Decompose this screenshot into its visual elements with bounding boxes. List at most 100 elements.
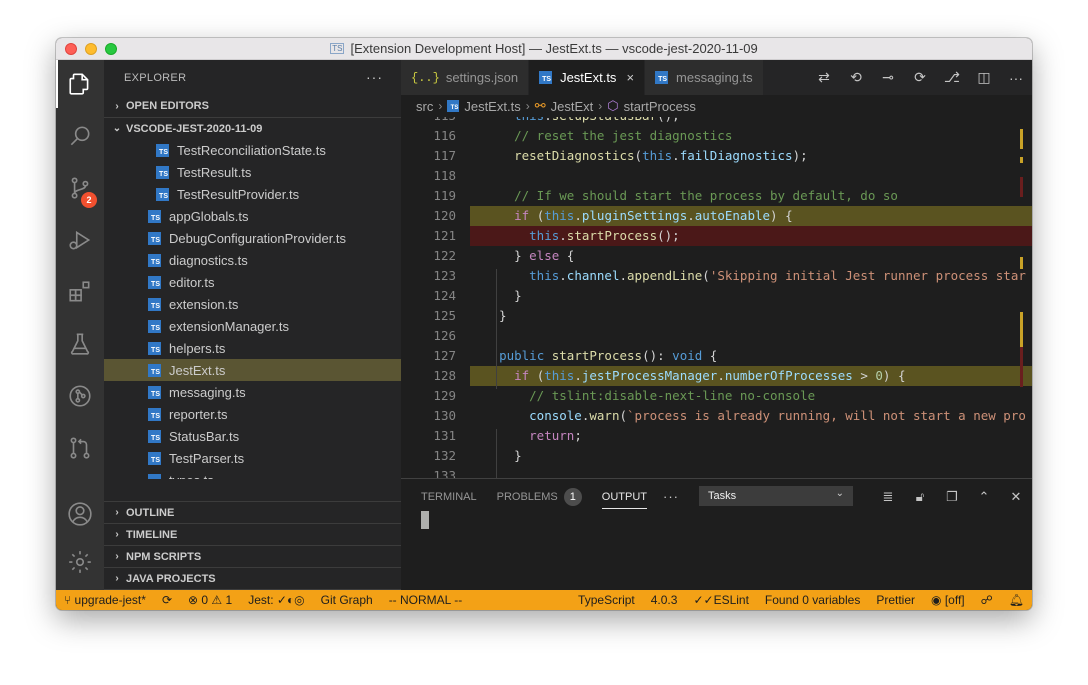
clear-output-icon[interactable]: ≣ <box>872 489 904 505</box>
file-tree-item[interactable]: TS appGlobals.ts <box>104 205 401 227</box>
lock-scroll-icon[interactable]: 🔓︎ <box>904 489 936 505</box>
run-debug-icon[interactable] <box>56 216 104 264</box>
code-line[interactable]: 115 this.setupStatusBar(); <box>401 117 1032 126</box>
line-number: 131 <box>433 428 456 443</box>
workspace-folder-section[interactable]: ⌄ VSCODE-JEST-2020-11-09 <box>104 117 401 139</box>
live-share-status[interactable]: ◉ [off] <box>923 590 973 610</box>
sidebar-section-java-projects[interactable]: › JAVA PROJECTS <box>104 567 401 589</box>
explorer-sidebar: EXPLORER ··· › OPEN EDITORS ⌄ VSCODE-JES… <box>104 60 401 607</box>
file-tree-item[interactable]: TS editor.ts <box>104 271 401 293</box>
code-line[interactable]: 129 // tslint:disable-next-line no-conso… <box>401 386 1032 406</box>
tab-terminal[interactable]: TERMINAL <box>421 479 477 514</box>
file-tree-item[interactable]: TS extensionManager.ts <box>104 315 401 337</box>
jest-coverage-icon: ◐◎ <box>286 593 305 607</box>
line-text: resetDiagnostics(this.failDiagnostics); <box>514 148 808 163</box>
file-tree-item[interactable]: TS TestParser.ts <box>104 447 401 469</box>
file-tree-item[interactable]: TS reporter.ts <box>104 403 401 425</box>
open-editors-section[interactable]: › OPEN EDITORS <box>104 95 401 117</box>
code-line[interactable]: 119 // If we should start the process by… <box>401 186 1032 206</box>
sync-icon[interactable]: ⟳ <box>154 590 180 610</box>
git-graph-status[interactable]: Git Graph <box>313 590 381 610</box>
maximize-window-button[interactable] <box>105 43 117 55</box>
explorer-icon[interactable] <box>56 60 104 108</box>
file-tree-item[interactable]: TS StatusBar.ts <box>104 425 401 447</box>
tab-output[interactable]: OUTPUT <box>601 479 648 514</box>
file-tree-item[interactable]: TS JestExt.ts <box>104 359 401 381</box>
output-channel-select[interactable]: Tasks ⌄ <box>699 486 853 506</box>
close-tab-icon[interactable]: × <box>626 70 634 85</box>
code-line[interactable]: 116 // reset the jest diagnostics <box>401 126 1032 146</box>
breadcrumb-folder[interactable]: src <box>416 99 433 114</box>
code-line[interactable]: 117 resetDiagnostics(this.failDiagnostic… <box>401 146 1032 166</box>
split-editor-icon[interactable]: ◫ <box>968 69 1000 86</box>
next-change-icon[interactable]: ⟳ <box>904 69 936 86</box>
vim-mode-status: -- NORMAL -- <box>388 593 463 607</box>
feedback-icon[interactable]: ☍ <box>973 590 1001 610</box>
file-tree-item[interactable]: TS TestReconciliationState.ts <box>104 139 401 161</box>
tab-problems[interactable]: PROBLEMS 1 <box>497 479 582 514</box>
code-line[interactable]: 122 } else { <box>401 246 1032 266</box>
error-icon: ⊗ <box>188 593 202 607</box>
git-graph-icon[interactable] <box>56 372 104 420</box>
branch-status[interactable]: ⑂ upgrade-jest* <box>56 590 154 610</box>
eslint-status[interactable]: ✓✓ ESLint <box>685 590 756 610</box>
maximize-panel-icon[interactable]: ⌃ <box>968 489 1000 505</box>
tab-messaging-ts[interactable]: TS messaging.ts <box>645 60 764 95</box>
breadcrumb-file[interactable]: JestExt.ts <box>464 99 520 114</box>
code-line[interactable]: 130 console.warn(`process is already run… <box>401 406 1032 426</box>
status-bar-right: TypeScript 4.0.3 ✓✓ ESLint Found 0 variab… <box>570 590 1032 610</box>
jest-status[interactable]: Jest: ✓ ◐◎ <box>240 590 312 610</box>
typescript-file-icon: TS <box>148 385 161 399</box>
language-mode-status[interactable]: TypeScript <box>570 590 643 610</box>
problems-status[interactable]: ⊗ 0 ⚠ 1 <box>180 590 240 610</box>
code-editor[interactable]: 115 this.setupStatusBar();116 // reset t… <box>401 117 1032 478</box>
git-graph-view-icon[interactable]: ⎇ <box>936 69 968 86</box>
testing-flask-icon[interactable] <box>56 320 104 368</box>
explorer-more-actions-button[interactable]: ··· <box>366 69 383 85</box>
file-tree-item[interactable]: TS helpers.ts <box>104 337 401 359</box>
sidebar-section-timeline[interactable]: › TIMELINE <box>104 523 401 545</box>
prettier-status[interactable]: Prettier <box>868 590 923 610</box>
tab-jestext-ts[interactable]: TS JestExt.ts × <box>529 60 646 95</box>
file-tree-item[interactable]: TS types.ts <box>104 469 401 479</box>
file-tree-item[interactable]: TS TestResult.ts <box>104 161 401 183</box>
editor-actions: ⇄ ⟲ ⊸ ⟳ ⎇ ◫ ··· <box>808 60 1032 95</box>
line-number: 117 <box>433 148 456 163</box>
git-commit-icon[interactable]: ⊸ <box>872 69 904 86</box>
breadcrumb-class[interactable]: JestExt <box>551 99 594 114</box>
tab-label: PROBLEMS <box>496 490 558 503</box>
file-tree-item[interactable]: TS messaging.ts <box>104 381 401 403</box>
more-actions-icon[interactable]: ··· <box>1000 70 1032 86</box>
previous-change-icon[interactable]: ⟲ <box>840 69 872 86</box>
line-text: // If we should start the process by def… <box>514 188 898 203</box>
search-icon[interactable] <box>56 112 104 160</box>
source-control-icon[interactable]: 2 <box>56 164 104 212</box>
notifications-bell-icon[interactable]: 🔔︎ <box>1001 590 1032 610</box>
file-tree-item[interactable]: TS diagnostics.ts <box>104 249 401 271</box>
typescript-file-icon: TS <box>156 143 169 157</box>
open-log-icon[interactable]: ❐ <box>936 489 968 505</box>
accounts-icon[interactable] <box>56 490 104 538</box>
code-line[interactable]: 121 this.startProcess(); <box>401 226 1032 246</box>
tab-settings-json[interactable]: {..} settings.json <box>401 60 530 95</box>
sidebar-section-outline[interactable]: › OUTLINE <box>104 501 401 523</box>
file-tree-item[interactable]: TS TestResultProvider.ts <box>104 183 401 205</box>
line-number: 129 <box>433 388 456 403</box>
settings-gear-icon[interactable] <box>56 538 104 586</box>
branch-name: upgrade-jest* <box>74 593 146 607</box>
open-changes-icon[interactable]: ⇄ <box>808 69 840 86</box>
close-window-button[interactable] <box>65 43 77 55</box>
sidebar-section-npm-scripts[interactable]: › NPM SCRIPTS <box>104 545 401 567</box>
pull-requests-icon[interactable] <box>56 424 104 472</box>
breadcrumb-method[interactable]: startProcess <box>624 99 696 114</box>
extensions-icon[interactable] <box>56 268 104 316</box>
typescript-version-status[interactable]: 4.0.3 <box>643 590 686 610</box>
panel-more-tabs-button[interactable]: ··· <box>663 489 679 504</box>
minimize-window-button[interactable] <box>85 43 97 55</box>
variables-status[interactable]: Found 0 variables <box>757 590 868 610</box>
close-panel-icon[interactable]: ✕ <box>1000 489 1032 505</box>
code-line[interactable]: 118 <box>401 166 1032 186</box>
file-tree-item[interactable]: TS DebugConfigurationProvider.ts <box>104 227 401 249</box>
file-tree-item[interactable]: TS extension.ts <box>104 293 401 315</box>
code-line[interactable]: 120 if (this.pluginSettings.autoEnable) … <box>401 206 1032 226</box>
